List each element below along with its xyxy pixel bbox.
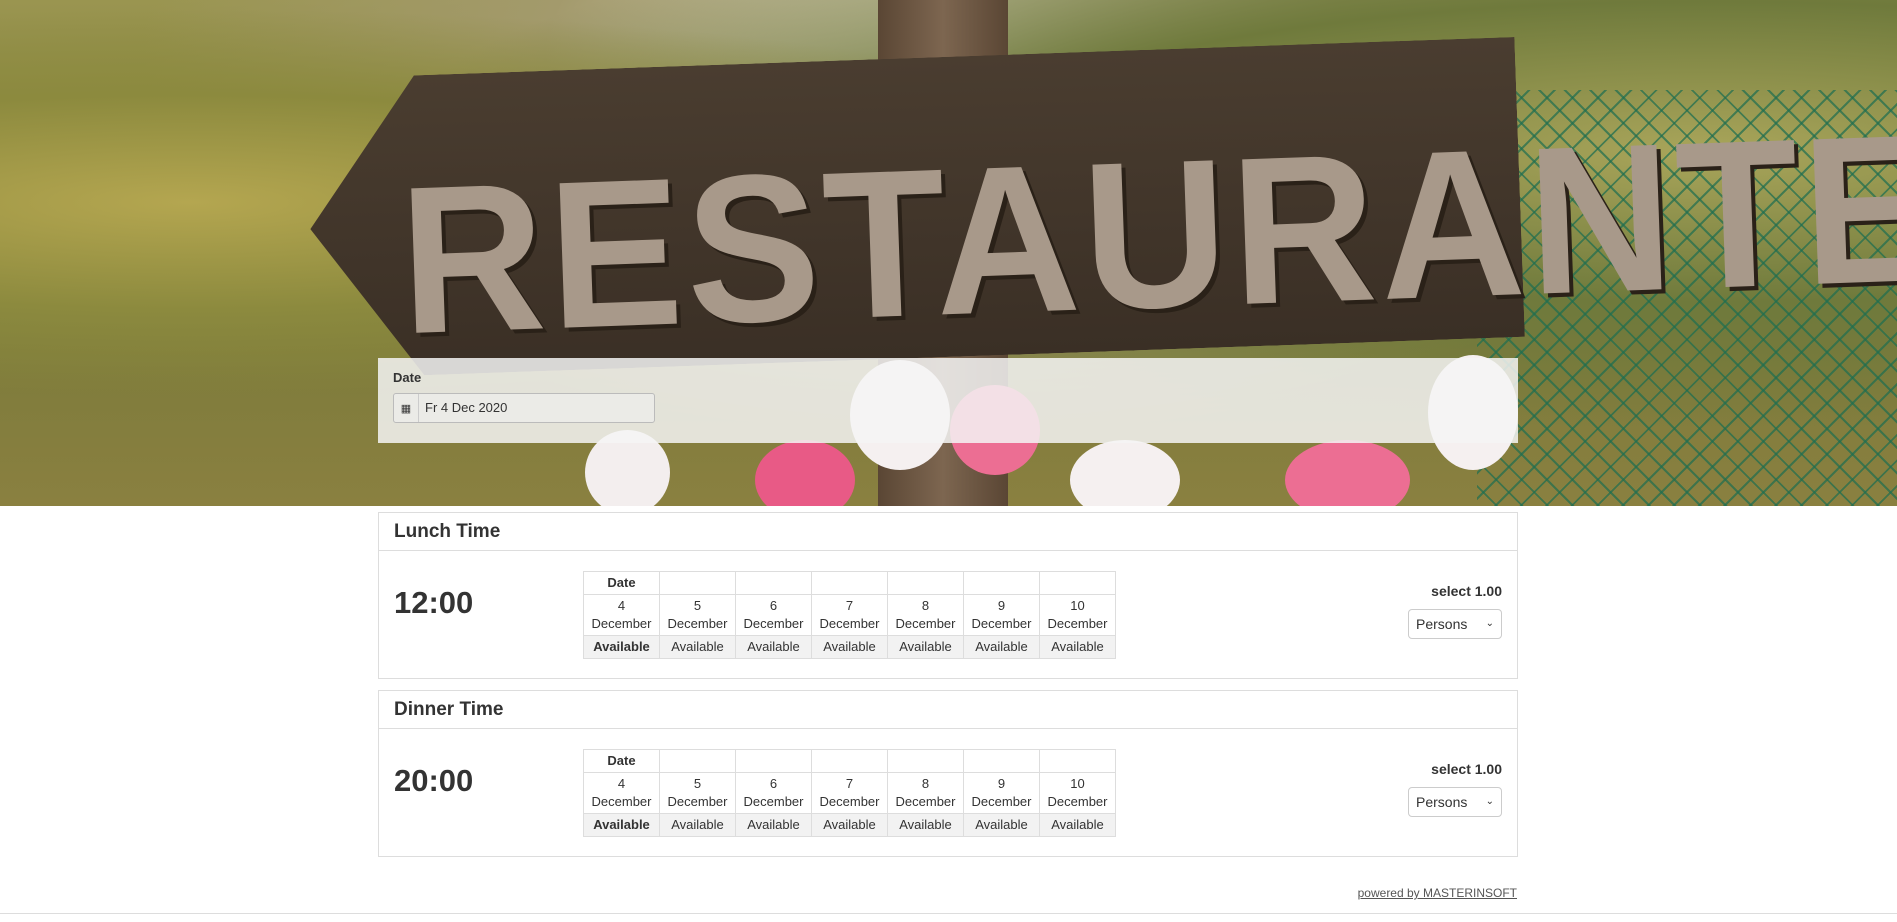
day-number: 6 xyxy=(769,776,778,791)
day-cell: 4 December xyxy=(583,594,660,636)
table-header-empty xyxy=(963,571,1040,595)
availability-cell[interactable]: Available xyxy=(1039,635,1116,659)
day-cell: 4 December xyxy=(583,772,660,814)
availability-cell[interactable]: Available xyxy=(887,635,964,659)
day-cell: 5 December xyxy=(659,772,736,814)
availability-cell[interactable]: Available xyxy=(963,635,1040,659)
select-label: select 1.00 xyxy=(1431,583,1502,599)
section-title: Dinner Time xyxy=(379,691,1517,729)
date-value: Fr 4 Dec 2020 xyxy=(425,400,508,415)
day-cell: 8 December xyxy=(887,594,964,636)
day-cell: 10 December xyxy=(1039,772,1116,814)
day-month: December xyxy=(1047,794,1108,809)
day-cell: 8 December xyxy=(887,772,964,814)
day-cell: 5 December xyxy=(659,594,736,636)
time-slot: 20:00 xyxy=(394,763,474,798)
availability-cell[interactable]: Available xyxy=(735,813,812,837)
availability-cell[interactable]: Available xyxy=(735,635,812,659)
select-value: Persons xyxy=(1416,616,1468,632)
availability-cell[interactable]: Available xyxy=(887,813,964,837)
date-label: Date xyxy=(393,370,422,385)
calendar-icon[interactable]: ▦ xyxy=(394,394,419,422)
availability-cell[interactable]: Available xyxy=(659,813,736,837)
day-month: December xyxy=(1047,616,1108,631)
day-cell: 9 December xyxy=(963,772,1040,814)
availability-cell[interactable]: Available xyxy=(811,813,888,837)
table-header-empty xyxy=(887,571,964,595)
chevron-down-icon: ⌄ xyxy=(1485,796,1494,807)
date-input[interactable]: ▦ Fr 4 Dec 2020 xyxy=(393,393,655,423)
day-month: December xyxy=(667,616,728,631)
day-number: 7 xyxy=(845,598,854,613)
table-header-empty xyxy=(1039,571,1116,595)
day-number: 4 xyxy=(617,598,626,613)
day-cell: 7 December xyxy=(811,594,888,636)
day-number: 6 xyxy=(769,598,778,613)
pompom xyxy=(1070,440,1180,506)
chevron-down-icon: ⌄ xyxy=(1485,618,1494,629)
day-number: 8 xyxy=(921,598,930,613)
day-cell: 10 December xyxy=(1039,594,1116,636)
table-header-empty xyxy=(963,749,1040,773)
table-header-empty xyxy=(659,571,736,595)
day-month: December xyxy=(895,616,956,631)
day-month: December xyxy=(895,794,956,809)
day-month: December xyxy=(819,616,880,631)
day-number: 9 xyxy=(997,776,1006,791)
table-header-empty xyxy=(735,571,812,595)
availability-table: Date 4 December 5 December 6 December 7 December… xyxy=(583,749,1116,837)
day-number: 10 xyxy=(1070,776,1085,791)
table-header-empty xyxy=(735,749,812,773)
availability-cell[interactable]: Available xyxy=(583,813,660,837)
table-header-empty xyxy=(887,749,964,773)
select-value: Persons xyxy=(1416,794,1468,810)
day-number: 5 xyxy=(693,598,702,613)
date-filter-panel: Date ▦ Fr 4 Dec 2020 xyxy=(378,358,1518,443)
day-cell: 6 December xyxy=(735,772,812,814)
table-header-empty xyxy=(659,749,736,773)
persons-select[interactable]: Persons ⌄ xyxy=(1408,787,1502,817)
availability-cell[interactable]: Available xyxy=(583,635,660,659)
availability-cell[interactable]: Available xyxy=(963,813,1040,837)
table-header: Date xyxy=(583,571,660,595)
day-number: 7 xyxy=(845,776,854,791)
table-header-empty xyxy=(1039,749,1116,773)
day-month: December xyxy=(743,794,804,809)
table-header-empty xyxy=(811,749,888,773)
day-number: 9 xyxy=(997,598,1006,613)
day-month: December xyxy=(971,616,1032,631)
day-number: 10 xyxy=(1070,598,1085,613)
day-month: December xyxy=(819,794,880,809)
day-month: December xyxy=(971,794,1032,809)
section-title: Lunch Time xyxy=(379,513,1517,551)
day-month: December xyxy=(667,794,728,809)
divider xyxy=(0,913,1897,914)
day-cell: 6 December xyxy=(735,594,812,636)
day-month: December xyxy=(591,794,652,809)
time-slot: 12:00 xyxy=(394,585,474,620)
day-number: 4 xyxy=(617,776,626,791)
pompom xyxy=(1285,440,1410,506)
day-month: December xyxy=(591,616,652,631)
day-cell: 7 December xyxy=(811,772,888,814)
table-header-empty xyxy=(811,571,888,595)
pompom xyxy=(755,440,855,506)
persons-select[interactable]: Persons ⌄ xyxy=(1408,609,1502,639)
availability-cell[interactable]: Available xyxy=(1039,813,1116,837)
day-number: 5 xyxy=(693,776,702,791)
day-number: 8 xyxy=(921,776,930,791)
day-cell: 9 December xyxy=(963,594,1040,636)
day-month: December xyxy=(743,616,804,631)
lunch-panel: Lunch Time 12:00 Date 4 December 5 December 6… xyxy=(378,512,1518,679)
availability-cell[interactable]: Available xyxy=(659,635,736,659)
table-header: Date xyxy=(583,749,660,773)
dinner-panel: Dinner Time 20:00 Date 4 December 5 December… xyxy=(378,690,1518,857)
availability-cell[interactable]: Available xyxy=(811,635,888,659)
select-label: select 1.00 xyxy=(1431,761,1502,777)
availability-table: Date 4 December 5 December 6 December 7 December… xyxy=(583,571,1116,659)
powered-by-link[interactable]: powered by MASTERINSOFT xyxy=(1358,886,1517,900)
